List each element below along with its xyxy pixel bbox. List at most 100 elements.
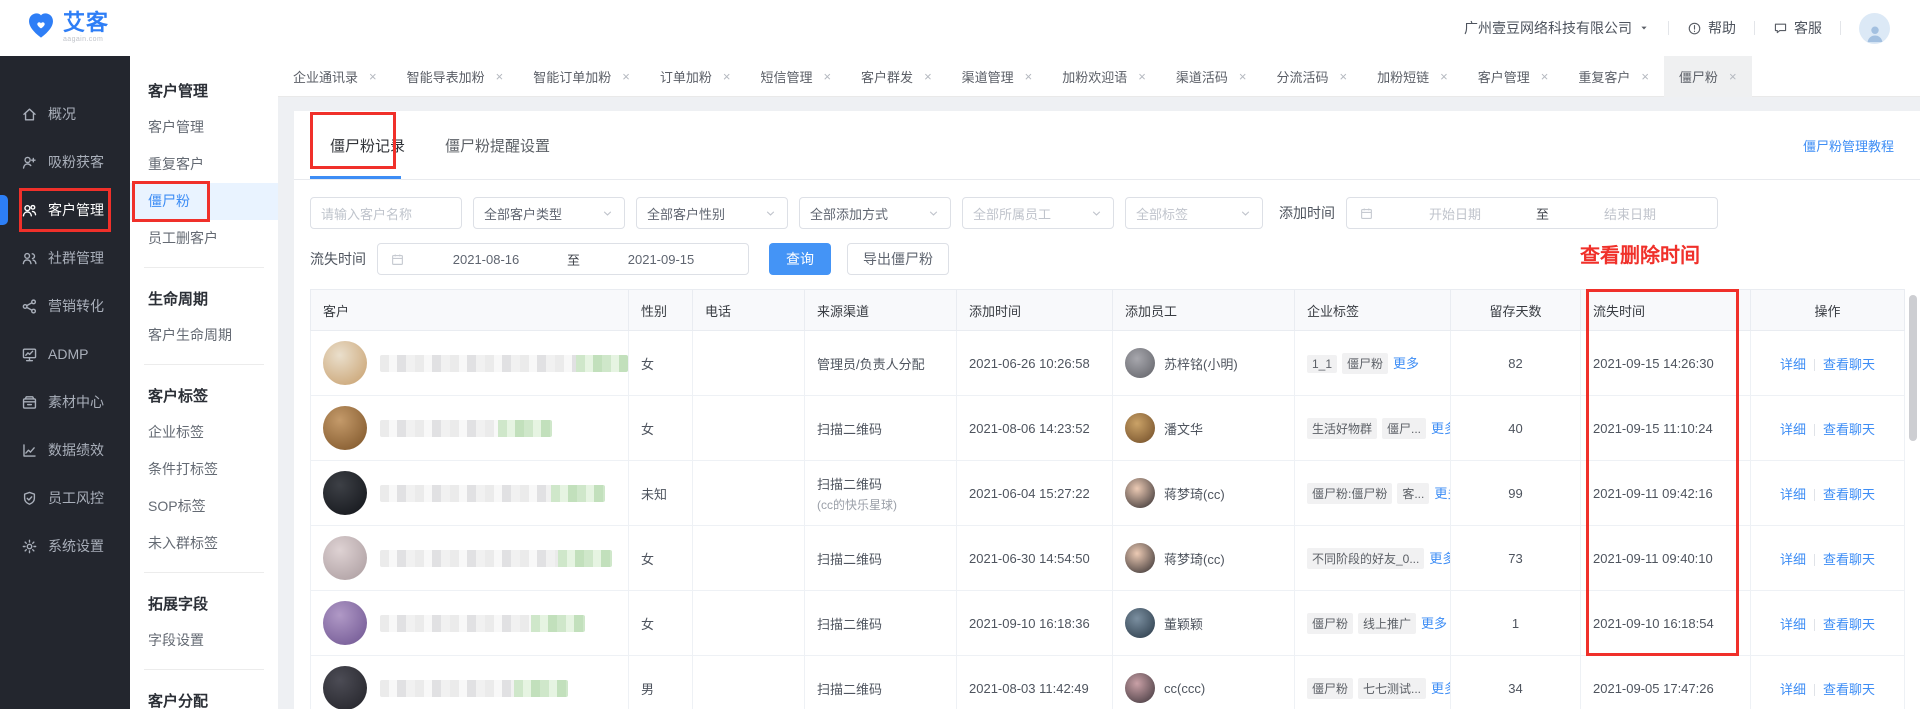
sidebar-item[interactable]: 系统设置 bbox=[0, 522, 130, 570]
close-icon[interactable]: × bbox=[1541, 69, 1549, 84]
close-icon[interactable]: × bbox=[1025, 69, 1033, 84]
window-tab[interactable]: 客户管理× bbox=[1463, 56, 1564, 97]
filter-select[interactable]: 全部所属员工 bbox=[962, 197, 1114, 229]
panel-tab[interactable]: 僵尸粉提醒设置 bbox=[425, 111, 570, 179]
more-tags-link[interactable]: 更多 bbox=[1393, 356, 1419, 371]
view-chat-link[interactable]: 查看聊天 bbox=[1823, 617, 1875, 632]
window-tab[interactable]: 加粉欢迎语× bbox=[1047, 56, 1161, 97]
window-tab[interactable]: 分流活码× bbox=[1261, 56, 1362, 97]
scrollbar-thumb[interactable] bbox=[1909, 295, 1917, 441]
company-switcher[interactable]: 广州壹豆网络科技有限公司 bbox=[1464, 18, 1650, 38]
customer bbox=[323, 471, 628, 515]
window-tab[interactable]: 渠道活码× bbox=[1161, 56, 1262, 97]
more-tags-link[interactable]: 更多 bbox=[1429, 551, 1450, 566]
window-tab[interactable]: 智能导表加粉× bbox=[392, 56, 519, 97]
submenu-item[interactable]: 重复客户 bbox=[130, 146, 278, 183]
view-chat-link[interactable]: 查看聊天 bbox=[1823, 487, 1875, 502]
close-icon[interactable]: × bbox=[823, 69, 831, 84]
filter-select[interactable]: 全部标签 bbox=[1125, 197, 1263, 229]
close-icon[interactable]: × bbox=[924, 69, 932, 84]
filter-select[interactable]: 全部客户类型 bbox=[473, 197, 625, 229]
customer-name-input[interactable]: 请输入客户名称 bbox=[310, 197, 462, 229]
window-tab[interactable]: 企业通讯录× bbox=[278, 56, 392, 97]
detail-link[interactable]: 详细 bbox=[1780, 682, 1806, 697]
sidebar-item[interactable]: 概况 bbox=[0, 90, 130, 138]
customer-cell bbox=[311, 331, 629, 396]
user-avatar[interactable] bbox=[1859, 13, 1890, 44]
sidebar-item[interactable]: 素材中心 bbox=[0, 378, 130, 426]
sidebar-item[interactable]: 吸粉获客 bbox=[0, 138, 130, 186]
close-icon[interactable]: × bbox=[1239, 69, 1247, 84]
close-icon[interactable]: × bbox=[1340, 69, 1348, 84]
close-icon[interactable]: × bbox=[1729, 69, 1737, 84]
tags-cell: 僵尸粉线上推广更多 bbox=[1295, 591, 1451, 656]
customer-name-blurred bbox=[380, 615, 585, 632]
view-chat-link[interactable]: 查看聊天 bbox=[1823, 552, 1875, 567]
panel-tab[interactable]: 僵尸粉记录 bbox=[310, 111, 425, 179]
lost-start-date[interactable]: 2021-08-16 bbox=[411, 252, 561, 267]
staff-avatar bbox=[1125, 348, 1155, 378]
sidebar-item[interactable]: ADMP bbox=[0, 330, 130, 378]
window-tab[interactable]: 订单加粉× bbox=[645, 56, 746, 97]
submenu-item[interactable]: 字段设置 bbox=[130, 622, 278, 659]
lost-end-date[interactable]: 2021-09-15 bbox=[586, 252, 736, 267]
close-icon[interactable]: × bbox=[369, 69, 377, 84]
column-header: 流失时间 bbox=[1581, 290, 1751, 331]
filter-select[interactable]: 全部添加方式 bbox=[799, 197, 951, 229]
detail-link[interactable]: 详细 bbox=[1780, 422, 1806, 437]
window-tabbar: 企业通讯录×智能导表加粉×智能订单加粉×订单加粉×短信管理×客户群发×渠道管理×… bbox=[278, 56, 1920, 97]
marketing-icon bbox=[21, 298, 38, 315]
submenu-item[interactable]: 客户管理 bbox=[130, 109, 278, 146]
window-tab[interactable]: 短信管理× bbox=[745, 56, 846, 97]
window-tab[interactable]: 僵尸粉× bbox=[1664, 56, 1752, 97]
staff-name: cc(ccc) bbox=[1164, 681, 1205, 696]
close-icon[interactable]: × bbox=[1440, 69, 1448, 84]
close-icon[interactable]: × bbox=[723, 69, 731, 84]
more-tags-link[interactable]: 更多 bbox=[1421, 616, 1447, 631]
detail-link[interactable]: 详细 bbox=[1780, 552, 1806, 567]
more-tags-link[interactable]: 更多 bbox=[1434, 486, 1450, 501]
close-icon[interactable]: × bbox=[1641, 69, 1649, 84]
submenu-item[interactable]: 员工删客户 bbox=[130, 220, 278, 257]
search-button[interactable]: 查询 bbox=[769, 243, 831, 275]
close-icon[interactable]: × bbox=[496, 69, 504, 84]
table-row: 女管理员/负责人分配2021-06-26 10:26:58苏梓铭(小明)1_1僵… bbox=[311, 331, 1905, 396]
sidebar-item[interactable]: 数据绩效 bbox=[0, 426, 130, 474]
more-tags-link[interactable]: 更多 bbox=[1431, 421, 1450, 436]
export-button[interactable]: 导出僵尸粉 bbox=[847, 243, 949, 275]
detail-link[interactable]: 详细 bbox=[1780, 487, 1806, 502]
close-icon[interactable]: × bbox=[1138, 69, 1146, 84]
submenu-item[interactable]: 客户生命周期 bbox=[130, 317, 278, 354]
sidebar-item[interactable]: 营销转化 bbox=[0, 282, 130, 330]
window-tab[interactable]: 客户群发× bbox=[846, 56, 947, 97]
service-button[interactable]: 客服 bbox=[1773, 18, 1822, 38]
more-tags-link[interactable]: 更多 bbox=[1431, 681, 1450, 696]
detail-link[interactable]: 详细 bbox=[1780, 357, 1806, 372]
help-button[interactable]: 帮助 bbox=[1687, 18, 1736, 38]
risk-icon bbox=[21, 490, 38, 507]
add-time-cell: 2021-08-03 11:42:49 bbox=[957, 656, 1113, 709]
submenu-item[interactable]: 企业标签 bbox=[130, 414, 278, 451]
divider bbox=[144, 364, 264, 365]
window-tab[interactable]: 渠道管理× bbox=[947, 56, 1048, 97]
window-tab[interactable]: 智能订单加粉× bbox=[518, 56, 645, 97]
sidebar-item[interactable]: 员工风控 bbox=[0, 474, 130, 522]
tutorial-link[interactable]: 僵尸粉管理教程 bbox=[1803, 136, 1894, 155]
submenu-item[interactable]: 僵尸粉 bbox=[130, 183, 278, 220]
lost-time-range-picker[interactable]: 2021-08-16 至 2021-09-15 bbox=[377, 243, 749, 275]
view-chat-link[interactable]: 查看聊天 bbox=[1823, 682, 1875, 697]
filter-select[interactable]: 全部客户性别 bbox=[636, 197, 788, 229]
submenu-item[interactable]: SOP标签 bbox=[130, 488, 278, 525]
view-chat-link[interactable]: 查看聊天 bbox=[1823, 357, 1875, 372]
window-tab[interactable]: 重复客户× bbox=[1563, 56, 1664, 97]
view-chat-link[interactable]: 查看聊天 bbox=[1823, 422, 1875, 437]
sidebar-item[interactable]: 客户管理 bbox=[0, 186, 130, 234]
window-tab[interactable]: 加粉短链× bbox=[1362, 56, 1463, 97]
sidebar-item[interactable]: 社群管理 bbox=[0, 234, 130, 282]
detail-link[interactable]: 详细 bbox=[1780, 617, 1806, 632]
close-icon[interactable]: × bbox=[622, 69, 630, 84]
submenu-item[interactable]: 未入群标签 bbox=[130, 525, 278, 562]
phone-cell bbox=[693, 331, 805, 396]
add-time-range-picker[interactable]: 开始日期 至 结束日期 bbox=[1346, 197, 1718, 229]
submenu-item[interactable]: 条件打标签 bbox=[130, 451, 278, 488]
